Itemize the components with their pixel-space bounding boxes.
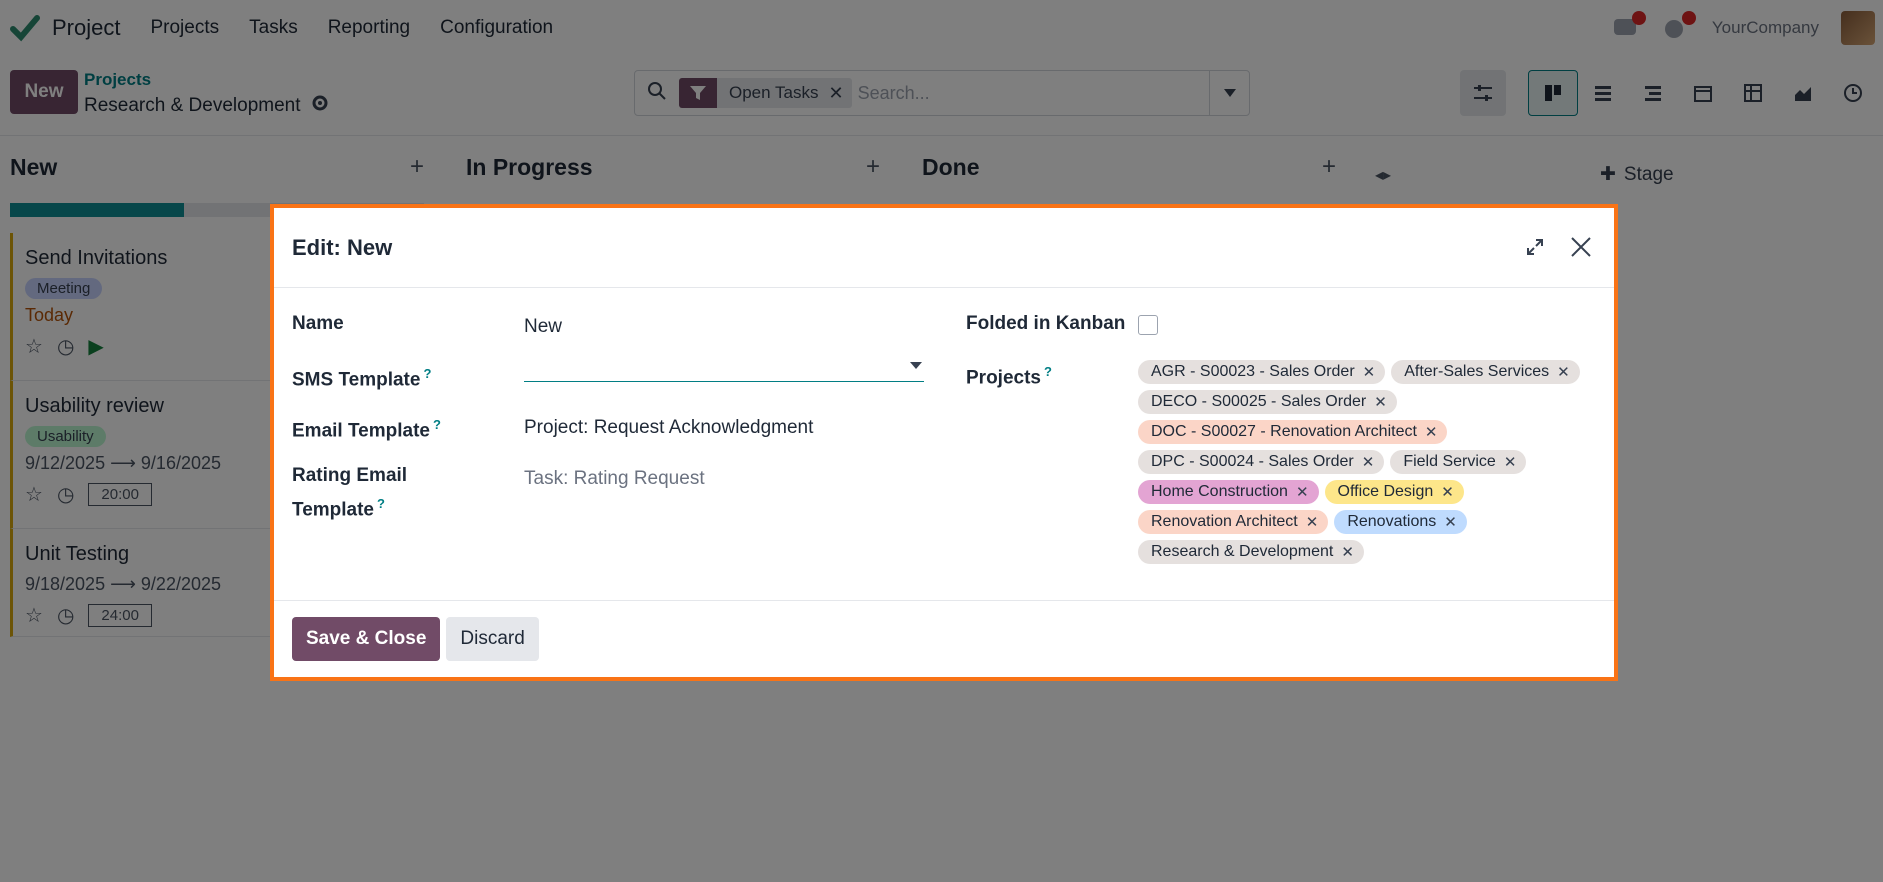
remove-tag-icon[interactable]: ✕: [1557, 363, 1570, 381]
project-tag-label: Home Construction: [1151, 483, 1288, 500]
remove-tag-icon[interactable]: ✕: [1374, 393, 1387, 411]
folded-in-kanban-label: Folded in Kanban: [966, 313, 1126, 334]
project-tag[interactable]: Field Service ✕: [1390, 450, 1527, 474]
rating-label-line1: Rating Email: [292, 465, 408, 486]
remove-tag-icon[interactable]: ✕: [1362, 453, 1375, 471]
project-tag-label: DECO - S00025 - Sales Order: [1151, 393, 1367, 410]
sms-template-label: SMS Template?: [292, 360, 431, 394]
remove-tag-icon[interactable]: ✕: [1425, 423, 1438, 441]
remove-tag-icon[interactable]: ✕: [1504, 453, 1517, 471]
project-tag-label: Office Design: [1337, 483, 1434, 500]
help-icon[interactable]: ?: [377, 496, 385, 511]
rating-template-field[interactable]: Task: Rating Request: [524, 468, 705, 490]
project-tag[interactable]: Research & Development ✕: [1138, 540, 1364, 564]
save-close-button[interactable]: Save & Close: [292, 617, 441, 661]
project-tag-label: Research & Development: [1151, 543, 1334, 560]
project-tag[interactable]: Office Design ✕: [1324, 480, 1464, 504]
help-icon[interactable]: ?: [423, 366, 431, 381]
project-tag-label: Renovation Architect: [1151, 513, 1298, 530]
help-icon[interactable]: ?: [433, 417, 441, 432]
remove-tag-icon[interactable]: ✕: [1444, 513, 1457, 531]
modal-title: Edit: New: [292, 234, 393, 260]
remove-tag-icon[interactable]: ✕: [1441, 483, 1454, 501]
rating-email-template-label: Rating Email Template?: [292, 462, 407, 524]
help-icon[interactable]: ?: [1044, 364, 1052, 379]
modal-body: Name New SMS Template? Email Template? P…: [274, 288, 1614, 600]
project-tag[interactable]: DPC - S00024 - Sales Order ✕: [1138, 450, 1385, 474]
projects-tags-field[interactable]: AGR - S00023 - Sales Order ✕ After-Sales S…: [1138, 360, 1598, 564]
email-template-label-text: Email Template: [292, 420, 430, 442]
remove-tag-icon[interactable]: ✕: [1341, 543, 1354, 561]
project-tag[interactable]: Renovation Architect ✕: [1138, 510, 1329, 534]
project-tag-label: After-Sales Services: [1404, 363, 1550, 380]
remove-tag-icon[interactable]: ✕: [1306, 513, 1319, 531]
projects-label: Projects?: [966, 358, 1052, 392]
project-tag[interactable]: Renovations ✕: [1334, 510, 1467, 534]
project-tag-label: Field Service: [1403, 453, 1496, 470]
close-icon[interactable]: [1566, 232, 1596, 262]
project-tag-label: DPC - S00024 - Sales Order: [1151, 453, 1354, 470]
email-template-label: Email Template?: [292, 411, 441, 445]
email-template-field[interactable]: Project: Request Acknowledgment: [524, 417, 813, 439]
projects-label-text: Projects: [966, 367, 1041, 389]
folded-in-kanban-checkbox[interactable]: [1138, 315, 1158, 335]
name-label: Name: [292, 313, 344, 334]
project-tag[interactable]: Home Construction ✕: [1138, 480, 1319, 504]
sms-template-label-text: SMS Template: [292, 369, 421, 391]
project-tag[interactable]: After-Sales Services ✕: [1391, 360, 1580, 384]
remove-tag-icon[interactable]: ✕: [1363, 363, 1376, 381]
project-tag-label: Renovations: [1347, 513, 1437, 530]
modal-footer: Save & Close Discard: [274, 600, 1614, 677]
project-tag[interactable]: DECO - S00025 - Sales Order ✕: [1138, 390, 1397, 414]
discard-button[interactable]: Discard: [446, 617, 539, 661]
modal-header: Edit: New: [274, 208, 1614, 288]
expand-icon[interactable]: [1522, 234, 1548, 260]
project-tag[interactable]: AGR - S00023 - Sales Order ✕: [1138, 360, 1386, 384]
edit-stage-dialog: Edit: New Name New SMS Template? Email T…: [270, 204, 1618, 681]
remove-tag-icon[interactable]: ✕: [1296, 483, 1309, 501]
name-field[interactable]: New: [524, 316, 562, 338]
project-tag[interactable]: DOC - S00027 - Renovation Architect ✕: [1138, 420, 1448, 444]
rating-label-line2: Template: [292, 499, 375, 521]
sms-template-input[interactable]: [524, 352, 924, 382]
project-tag-label: AGR - S00023 - Sales Order: [1151, 363, 1355, 380]
project-tag-label: DOC - S00027 - Renovation Architect: [1151, 423, 1417, 440]
caret-down-icon[interactable]: [910, 362, 922, 369]
